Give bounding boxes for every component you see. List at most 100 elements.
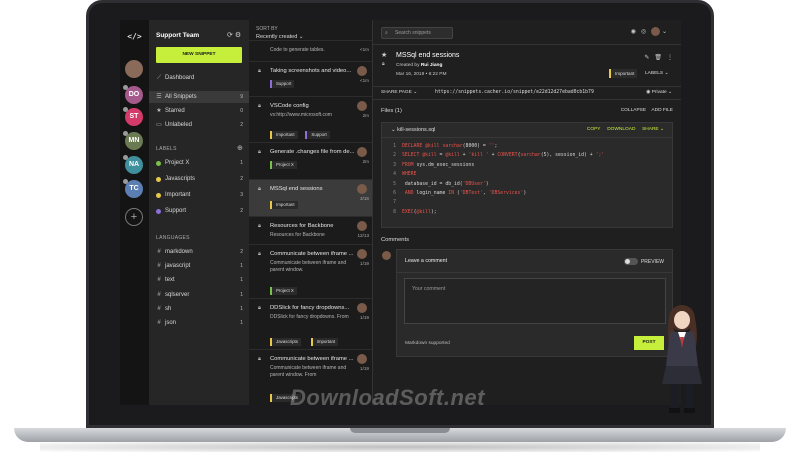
- sidebar-item-label: javascript: [165, 263, 191, 270]
- preview-toggle[interactable]: PREVIEW: [623, 258, 664, 265]
- line-number: 4: [393, 172, 396, 178]
- snippet-title: Resources for Backbone: [270, 223, 334, 229]
- snippet-time: <1m: [359, 78, 369, 83]
- more-icon[interactable]: ⋮: [667, 55, 673, 61]
- sidebar-language-item[interactable]: # json 1: [149, 317, 249, 329]
- search-icon: ⌕: [385, 30, 388, 36]
- snippet-tag: Support: [270, 80, 295, 88]
- sidebar-language-item[interactable]: # text 1: [149, 274, 249, 286]
- sidebar-item-label: Unlabeled: [165, 122, 193, 128]
- sidebar-label-item[interactable]: Project X 1: [149, 157, 249, 169]
- count-badge: 1: [240, 320, 243, 326]
- sidebar-language-item[interactable]: # sqlserver 1: [149, 289, 249, 301]
- count-badge: 1: [240, 291, 243, 298]
- snippet-time: 2m: [362, 159, 369, 164]
- snippet-description: DDSlick for fancy dropdowns. From: [270, 314, 349, 320]
- sidebar-actions: ⟳ ⚙: [227, 31, 241, 39]
- sidebar-label-item[interactable]: Important 3: [149, 189, 249, 201]
- rss-icon[interactable]: ◉: [631, 29, 636, 35]
- snippet-list-item[interactable]: 🔒︎ MSSql end sessions 3/16 Important: [249, 179, 372, 216]
- avatar: [357, 184, 367, 194]
- sidebar-item-all-snippets[interactable]: ☰ All Snippets 9: [149, 91, 249, 103]
- visibility-dropdown[interactable]: ◉ Private ⌄: [646, 90, 672, 95]
- sidebar-item-unlabeled[interactable]: ▭ Unlabeled 2: [149, 119, 249, 131]
- share-page-label: SHARE PAGE: [381, 90, 412, 95]
- sidebar-item-starred[interactable]: ★ Starred 0: [149, 105, 249, 117]
- sidebar-label-item[interactable]: Support 2: [149, 205, 249, 217]
- chevron-down-icon[interactable]: ⌄: [391, 127, 396, 133]
- avatar: [357, 221, 367, 231]
- count-badge: 3: [240, 192, 243, 198]
- nav-icon: ☰: [156, 94, 162, 100]
- comments-heading: Comments: [381, 237, 410, 243]
- snippet-tag: Project X: [270, 161, 297, 169]
- snippet-actions: ✎ 🗑︎ ⋮: [644, 54, 673, 61]
- code-content[interactable]: 1 DECLARE @kill varchar(8000) = ''; 2 SELEC…: [382, 142, 672, 217]
- sidebar-language-item[interactable]: # javascript 1: [149, 260, 249, 272]
- snippet-tag: Important: [270, 201, 298, 209]
- file-name[interactable]: ⌄ kill-sessions.sql: [391, 127, 435, 133]
- new-snippet-button[interactable]: NEW SNIPPET: [156, 47, 242, 63]
- github-icon[interactable]: ◎: [641, 29, 646, 35]
- refresh-icon[interactable]: ⟳: [227, 32, 233, 39]
- code-text: FROM sys.dm_exec_sessions: [402, 162, 475, 168]
- label-color-dot: [156, 160, 161, 166]
- download-button[interactable]: DOWNLOAD: [607, 127, 635, 132]
- app-logo: </>: [127, 32, 142, 41]
- snippet-list-item[interactable]: Code to generate tables. <1m: [249, 40, 372, 61]
- snippet-list-item[interactable]: 🔒︎ Taking screenshots and video... <1m Supp…: [249, 61, 372, 96]
- sidebar-item-label: Support: [165, 208, 187, 214]
- sidebar-language-item[interactable]: # markdown 2: [149, 246, 249, 258]
- delete-icon[interactable]: 🗑︎: [654, 55, 662, 61]
- code-text: database_id = db_id('DBUser'): [402, 181, 489, 187]
- sidebar-language-item[interactable]: # sh 1: [149, 303, 249, 315]
- search-input[interactable]: ⌕ Search snippets: [381, 27, 453, 39]
- nav-icon: ▭: [156, 122, 162, 128]
- avatar: [357, 303, 367, 313]
- count-badge: 1: [240, 263, 243, 270]
- sort-control[interactable]: SORT BY Recently created ⌄: [256, 26, 303, 40]
- add-team-button[interactable]: +: [125, 208, 143, 226]
- share-button[interactable]: SHARE ⌄: [642, 127, 664, 132]
- team-name: Support Team: [156, 32, 200, 39]
- labels-dropdown[interactable]: LABELS ⌄: [645, 69, 669, 78]
- star-icon[interactable]: ★: [381, 51, 387, 59]
- comment-box: Leave a comment PREVIEW Your comment Mar…: [396, 249, 673, 357]
- snippet-title: MSSql end sessions: [270, 186, 323, 192]
- user-avatar[interactable]: [651, 27, 661, 36]
- divider: [373, 44, 681, 45]
- divider: [397, 272, 672, 273]
- snippet-list-item[interactable]: 🔒︎ DDSlick for fancy dropdowns... DDSlick …: [249, 298, 372, 349]
- sidebar-label-item[interactable]: Javascripts 2: [149, 173, 249, 185]
- hash-icon: #: [157, 291, 161, 298]
- share-page-dropdown[interactable]: SHARE PAGE ⌄: [381, 90, 417, 95]
- snippet-tag: Important: [310, 338, 339, 346]
- toggle-switch[interactable]: [623, 258, 638, 265]
- sidebar-item-label: sqlserver: [165, 291, 190, 298]
- snippet-label-tag: Important: [609, 69, 638, 78]
- snippet-list-item[interactable]: 🔒︎ VSCode config vs:http://www.microsoft.c…: [249, 96, 372, 142]
- snippet-description: Communicate between iframe and parent wi…: [270, 365, 347, 378]
- add-file-button[interactable]: ADD FILE: [651, 108, 673, 113]
- add-label-icon[interactable]: ⊕: [237, 144, 243, 152]
- edit-icon[interactable]: ✎: [644, 55, 649, 61]
- share-url[interactable]: https://snippets.cacher.io/snippet/e22d1…: [435, 90, 594, 95]
- snippet-tag: Project X: [270, 287, 297, 295]
- lock-icon: 🔒︎: [382, 61, 385, 67]
- lock-icon: 🔒︎: [258, 223, 261, 229]
- comment-textarea[interactable]: Your comment: [404, 278, 666, 324]
- sidebar-item-dashboard[interactable]: ⟋ Dashboard: [149, 72, 249, 84]
- snippet-list-item[interactable]: 🔒︎ Communicate between iframe ... Communic…: [249, 244, 372, 298]
- team-badge-icon: [123, 155, 128, 160]
- chevron-down-icon[interactable]: ⌄: [662, 29, 667, 35]
- snippet-list-item[interactable]: 🔒︎ Resources for Backbone Resources for Ba…: [249, 216, 372, 244]
- hash-icon: #: [157, 305, 161, 312]
- snippet-list-item[interactable]: 🔒︎ Generate .changes file from de... 2m Pro…: [249, 142, 372, 179]
- gear-icon[interactable]: ⚙: [235, 32, 241, 39]
- copy-button[interactable]: COPY: [587, 127, 601, 132]
- team-avatar[interactable]: [125, 60, 143, 78]
- collapse-button[interactable]: COLLAPSE: [621, 108, 646, 113]
- snippet-title: Communicate between iframe ...: [270, 251, 354, 257]
- author-name: Rui Jiang: [420, 63, 443, 68]
- lock-icon: 🔒︎: [258, 103, 261, 109]
